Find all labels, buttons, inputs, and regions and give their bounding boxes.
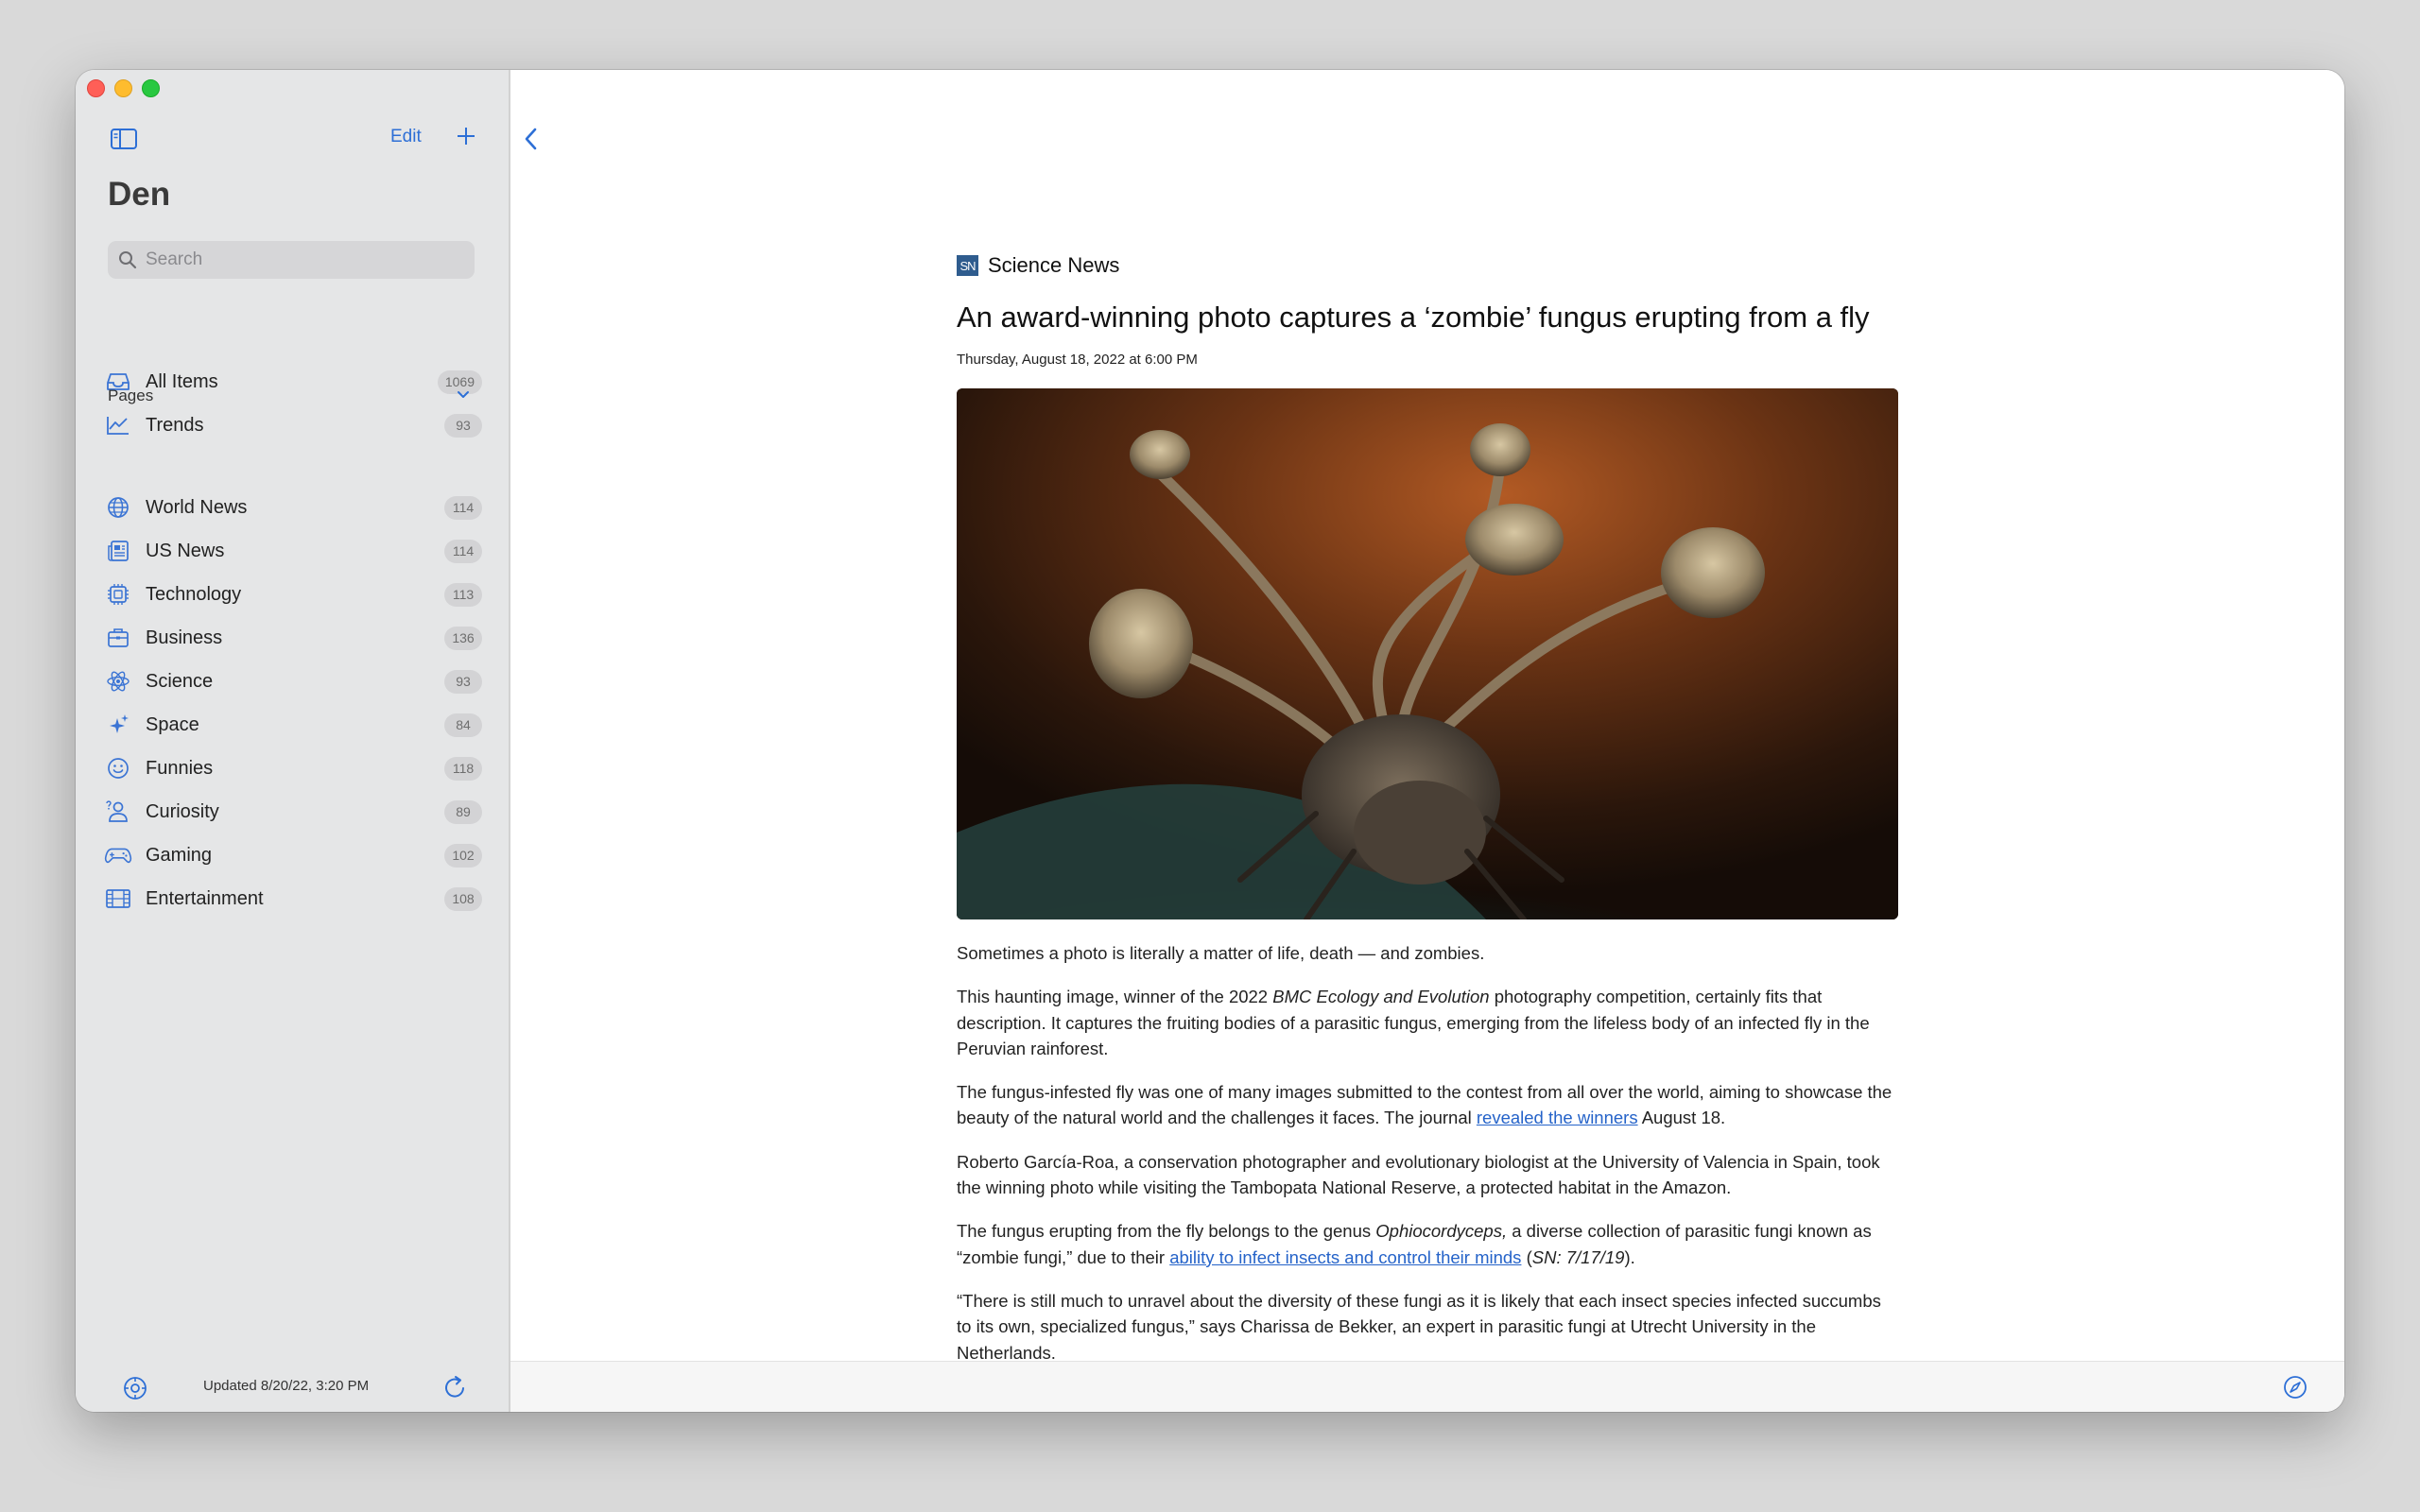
sidebar-item-business[interactable]: Business 136 [104,617,482,659]
count-badge: 89 [444,799,482,824]
sidebar-item-us-news[interactable]: US News 114 [104,530,482,572]
film-icon [104,885,132,913]
section-header-pages: Pages [108,387,154,404]
window-controls [87,79,160,97]
briefcase-icon [104,624,132,652]
refresh-icon[interactable] [441,1374,468,1400]
count-badge: 136 [444,626,482,650]
reader-pane: SN Science News An award-winning photo c… [510,70,2344,1412]
sidebar-title: Den [108,176,171,213]
chevron-down-icon[interactable] [456,387,471,403]
settings-icon[interactable] [121,1374,149,1402]
count-badge: 114 [444,495,482,520]
article-date: Thursday, August 18, 2022 at 6:00 PM [957,352,1198,368]
cpu-icon [104,580,132,609]
sidebar-item-gaming[interactable]: Gaming 102 [104,834,482,876]
count-badge: 93 [444,669,482,694]
revealed-winners-link[interactable]: revealed the winners [1477,1108,1638,1127]
sidebar-item-world-news[interactable]: World News 114 [104,487,482,528]
source-logo: SN [957,255,978,276]
reader-toolbar [510,1361,2344,1412]
source-name: Science News [988,253,1120,277]
sidebar: Edit Den Search All Items 1069 Trends 93… [76,70,510,1412]
minimize-window-button[interactable] [114,79,132,97]
article-paragraph: This haunting image, winner of the 2022 … [957,987,1870,1058]
trend-chart-icon [104,411,132,439]
count-badge: 102 [444,843,482,868]
article-headline: An award-winning photo captures a ‘zombi… [957,301,1870,334]
article-paragraph: Sometimes a photo is literally a matter … [957,943,1485,963]
app-window: Edit Den Search All Items 1069 Trends 93… [76,70,2344,1412]
sidebar-item-all-items[interactable]: All Items 1069 [104,361,482,403]
zombie-fungi-link[interactable]: ability to infect insects and control th… [1169,1247,1521,1267]
count-badge: 113 [444,582,482,607]
search-field[interactable]: Search [108,241,475,279]
count-badge: 118 [444,756,482,781]
newspaper-icon [104,537,132,565]
sidebar-toggle-icon[interactable] [110,127,138,151]
atom-icon [104,667,132,696]
article-source[interactable]: SN Science News [957,251,1898,280]
add-icon[interactable] [454,124,478,148]
article-paragraph: Roberto García-Roa, a conservation photo… [957,1151,1880,1198]
sidebar-item-science[interactable]: Science 93 [104,661,482,702]
article-paragraph: The fungus-infested fly was one of many … [957,1082,1893,1128]
close-window-button[interactable] [87,79,105,97]
search-placeholder: Search [146,249,203,269]
article-hero-image [957,388,1898,919]
sidebar-item-curiosity[interactable]: Curiosity 89 [104,791,482,833]
count-badge: 84 [444,713,482,737]
smiley-icon [104,754,132,782]
count-badge: 114 [444,539,482,563]
sidebar-item-funnies[interactable]: Funnies 118 [104,747,482,789]
zoom-window-button[interactable] [142,79,160,97]
search-icon [119,251,137,269]
edit-button[interactable]: Edit [390,127,422,147]
sidebar-item-technology[interactable]: Technology 113 [104,574,482,615]
article-paragraph: The fungus erupting from the fly belongs… [957,1221,1872,1267]
last-updated-text: Updated 8/20/22, 3:20 PM [203,1378,370,1394]
sparkles-icon [104,711,132,739]
back-chevron-icon[interactable] [520,125,543,153]
count-badge: 93 [444,413,482,438]
person-question-icon [104,798,132,826]
article: SN Science News An award-winning photo c… [957,251,1898,1383]
sidebar-item-entertainment[interactable]: Entertainment 108 [104,878,482,919]
sidebar-item-space[interactable]: Space 84 [104,704,482,746]
sidebar-item-trends[interactable]: Trends 93 [104,404,482,446]
globe-icon [104,493,132,522]
gamepad-icon [104,841,132,869]
count-badge: 108 [444,886,482,911]
open-in-browser-icon[interactable] [2282,1374,2308,1400]
article-paragraph: “There is still much to unravel about th… [957,1290,1881,1363]
